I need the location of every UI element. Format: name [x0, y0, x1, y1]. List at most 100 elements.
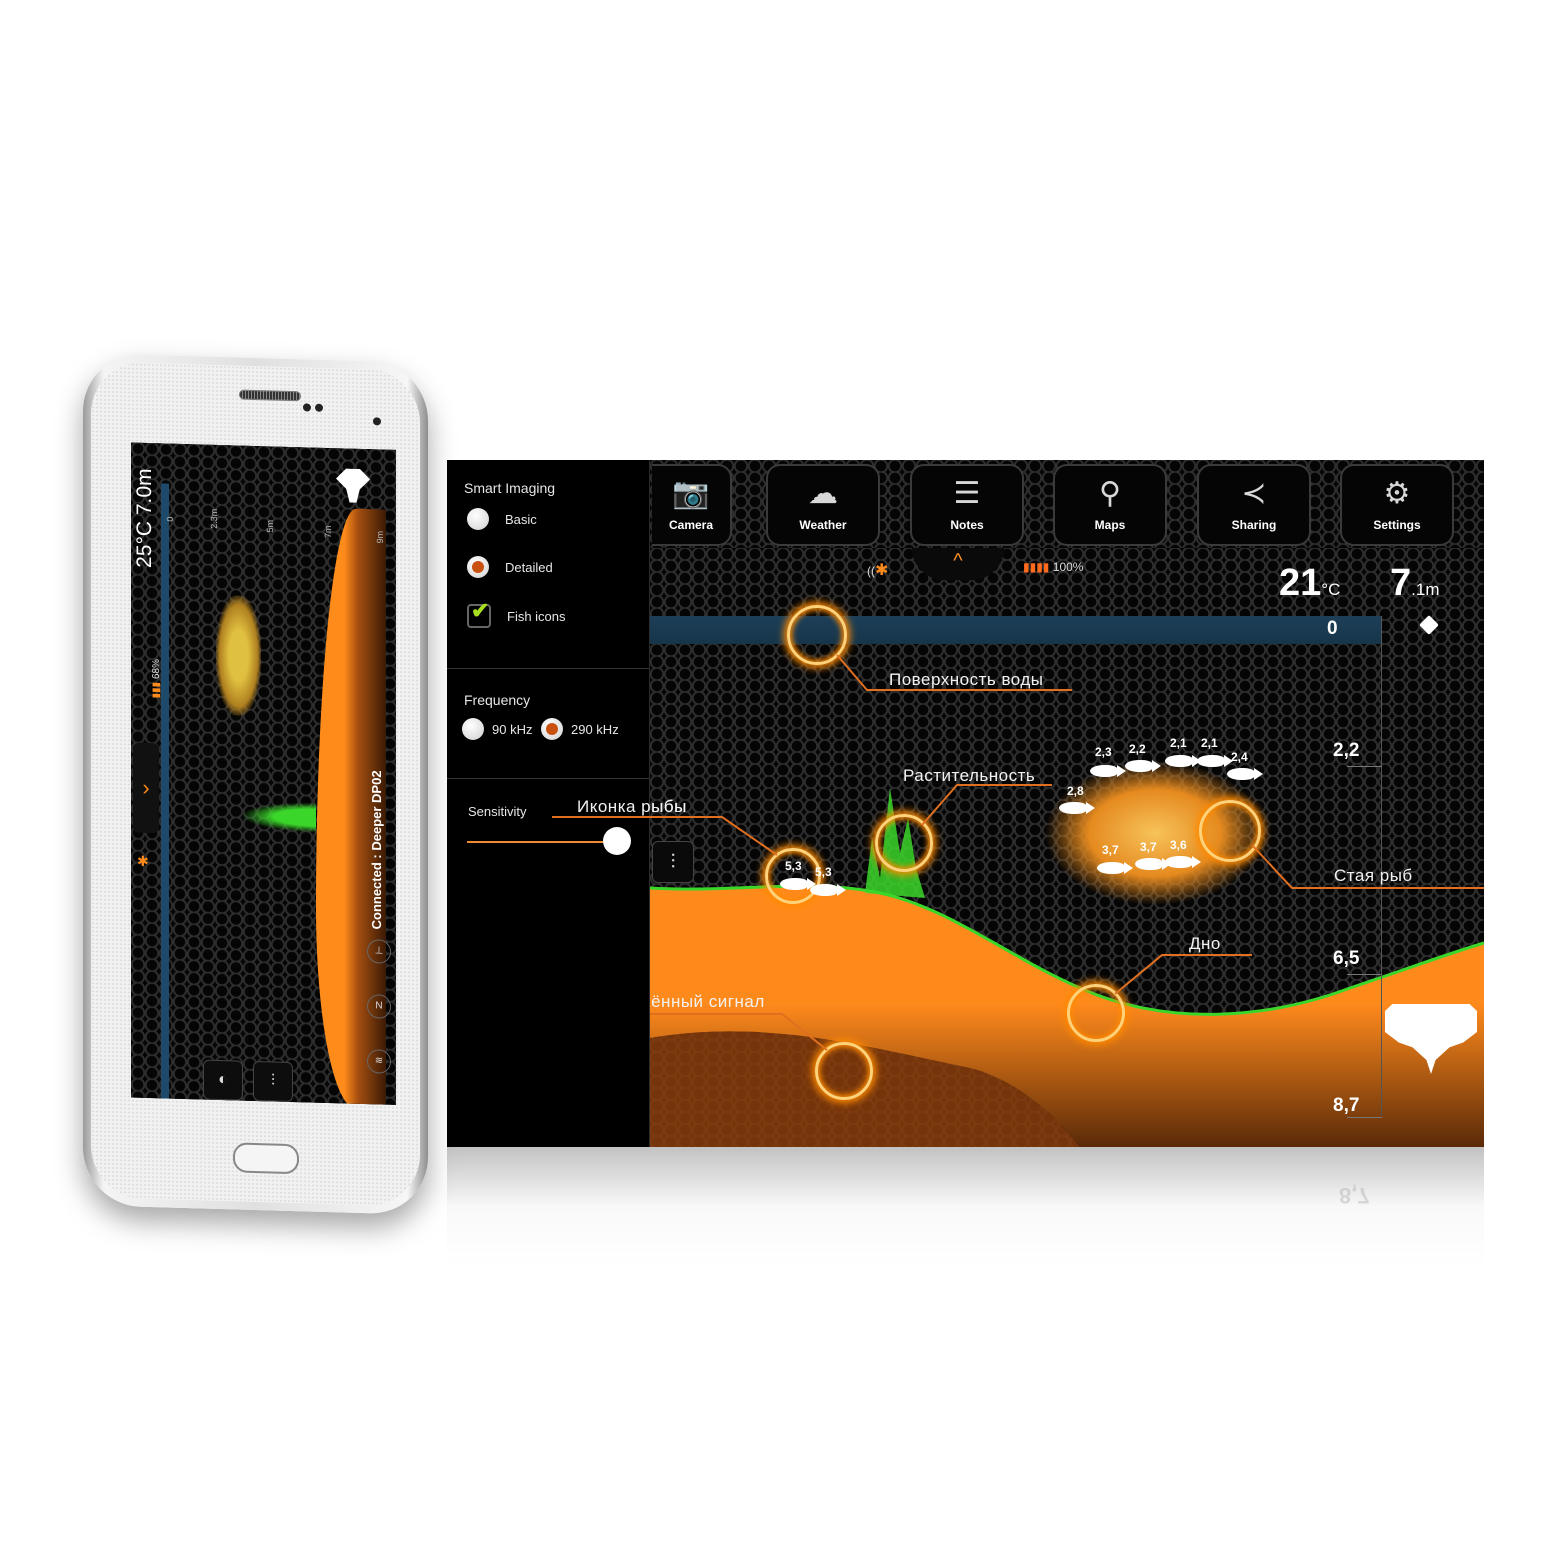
fish-depth-label: 5,3 — [785, 859, 802, 873]
fish-depth-label: 3,7 — [1140, 840, 1157, 854]
weather-icon: ☁ — [808, 477, 838, 510]
maps-label: Maps — [1094, 518, 1126, 532]
gear-icon: ⚙ — [1383, 477, 1411, 510]
temperature-value: 21 — [1279, 562, 1322, 604]
battery-icon: ▮▮▮▮ — [1023, 560, 1050, 574]
radio-90khz[interactable] — [462, 718, 484, 740]
fish-icon — [780, 878, 816, 890]
phone-sensor — [315, 403, 323, 412]
camera-button[interactable]: 📷 Camera — [652, 464, 732, 546]
radio-basic[interactable] — [467, 508, 489, 530]
battery-label: 100% — [1052, 560, 1084, 574]
phone-vegetation — [241, 800, 316, 833]
phone-battery: ▮▮▮ 68% — [151, 659, 162, 699]
view-mode-button[interactable]: ◐ — [203, 1059, 243, 1101]
phone-depth-tick: 7m — [323, 525, 333, 539]
fish-icon — [1090, 765, 1126, 777]
callout-ring-vegetation — [875, 814, 933, 872]
north-arrow-icon[interactable]: N — [367, 994, 391, 1019]
fish-depth-label: 2,1 — [1201, 736, 1218, 750]
notes-icon: ☰ — [953, 477, 981, 510]
settings-button[interactable]: ⚙ Settings — [1340, 464, 1454, 546]
frequency-90[interactable]: 90 kHz — [462, 718, 532, 740]
depth-tick-line — [1347, 974, 1382, 975]
detailed-label: Detailed — [505, 559, 553, 575]
fish-icon — [1197, 755, 1233, 767]
smart-imaging-basic[interactable]: Basic — [467, 508, 537, 530]
fish-depth-label: 2,4 — [1231, 750, 1248, 764]
equalizer-button[interactable]: ⫶ — [253, 1060, 293, 1103]
phone-temperature: 25°C — [133, 520, 156, 569]
callout-vegetation: Растительность — [903, 766, 1036, 785]
fish-icon — [810, 884, 846, 896]
phone-surface-bar — [161, 483, 169, 1104]
sensitivity-slider-track[interactable] — [467, 841, 617, 843]
camera-label: Camera — [668, 518, 714, 532]
phone-panel-toggle[interactable]: › — [133, 742, 159, 834]
callout-ring-bottom — [1067, 984, 1125, 1042]
maps-button[interactable]: ⚲ Maps — [1053, 464, 1167, 546]
panel-divider — [447, 778, 649, 779]
water-depth: 7.1m — [1390, 562, 1439, 605]
sliders-icon: ⫶ — [670, 851, 676, 873]
temperature-unit: °C — [1321, 580, 1341, 599]
phone-device: 0 2.3m 5m 7m 9m 25°C 7.0m ▮▮▮ 68% › ✱ Co… — [83, 353, 428, 1215]
freq-90-label: 90 kHz — [492, 721, 533, 737]
equalizer-button[interactable]: ⫶ — [652, 841, 694, 883]
callout-ring-fish-icon — [765, 848, 821, 904]
fish-icons-checkbox[interactable]: ✔ — [467, 598, 491, 628]
radio-290khz[interactable] — [541, 718, 563, 740]
fish-icon — [1135, 858, 1171, 870]
fish-depth-label: 5,3 — [815, 865, 832, 879]
phone-depth: 7.0m — [133, 468, 156, 516]
fish-icon — [1227, 768, 1263, 780]
sharing-label: Sharing — [1231, 518, 1277, 532]
phone-depth-tick: 5m — [265, 519, 275, 533]
callout-fish-school: Стая рыб — [1334, 866, 1413, 885]
reflection-depth-label: 8,7 — [1339, 1183, 1370, 1208]
depth-value: 7 — [1390, 562, 1412, 604]
phone-readout: 25°C 7.0m — [133, 468, 157, 568]
fish-depth-label: 2,3 — [1095, 745, 1112, 759]
callout-ring-fish-school — [1199, 800, 1261, 862]
sensitivity-slider-knob[interactable] — [603, 827, 631, 855]
notes-button[interactable]: ☰ Notes — [910, 464, 1024, 546]
fish-icons-toggle[interactable]: ✔ Fish icons — [467, 598, 566, 628]
radio-detailed[interactable] — [467, 556, 489, 578]
phone-depth-tick: 2.3m — [209, 508, 219, 529]
battery-status: ▮▮▮▮ 100% — [1023, 560, 1083, 574]
phone-front-camera — [373, 417, 381, 426]
fish-icon — [1125, 760, 1161, 772]
sharing-button[interactable]: ≺ Sharing — [1197, 464, 1311, 546]
water-surface-band — [650, 616, 1382, 644]
weather-label: Weather — [799, 518, 847, 532]
signal-tower-icon[interactable]: ⊥ — [367, 939, 391, 964]
callout-ring-secondary-echo — [815, 1042, 873, 1100]
phone-home-button[interactable] — [233, 1142, 299, 1175]
phone-depth-tick: 0 — [165, 516, 175, 522]
weather-button[interactable]: ☁ Weather — [766, 464, 880, 546]
phone-connection-status: Connected : Deeper DP02 — [369, 770, 384, 930]
fish-icons-label: Fish icons — [507, 608, 566, 624]
fish-depth-label: 2,2 — [1129, 742, 1146, 756]
fish-icon — [1165, 856, 1201, 868]
panel-divider — [447, 668, 649, 669]
wifi-signal-icon[interactable]: ≋ — [367, 1049, 391, 1074]
tablet-screen: 0 2,2 6,5 8,7 Поверхность воды Раститель… — [447, 460, 1484, 1147]
phone-sensor — [303, 403, 311, 412]
notes-label: Notes — [950, 518, 984, 532]
water-temperature: 21°C — [1279, 562, 1340, 605]
smart-imaging-detailed[interactable]: Detailed — [467, 556, 553, 578]
depth-label: 2,2 — [1333, 740, 1360, 761]
depth-label: 6,5 — [1333, 948, 1360, 969]
settings-label: Settings — [1373, 518, 1421, 532]
frequency-290[interactable]: 290 kHz — [541, 718, 619, 740]
bluetooth-icon: ✱ — [875, 562, 889, 579]
checkmark-icon: ✔ — [471, 598, 490, 623]
phone-fish-school — [216, 594, 261, 717]
phone-speaker — [239, 389, 301, 402]
depth-label: 8,7 — [1333, 1095, 1360, 1116]
battery-icon: ▮▮▮ — [151, 681, 163, 699]
fish-depth-label: 3,7 — [1102, 843, 1119, 857]
frequency-title: Frequency — [464, 692, 531, 708]
